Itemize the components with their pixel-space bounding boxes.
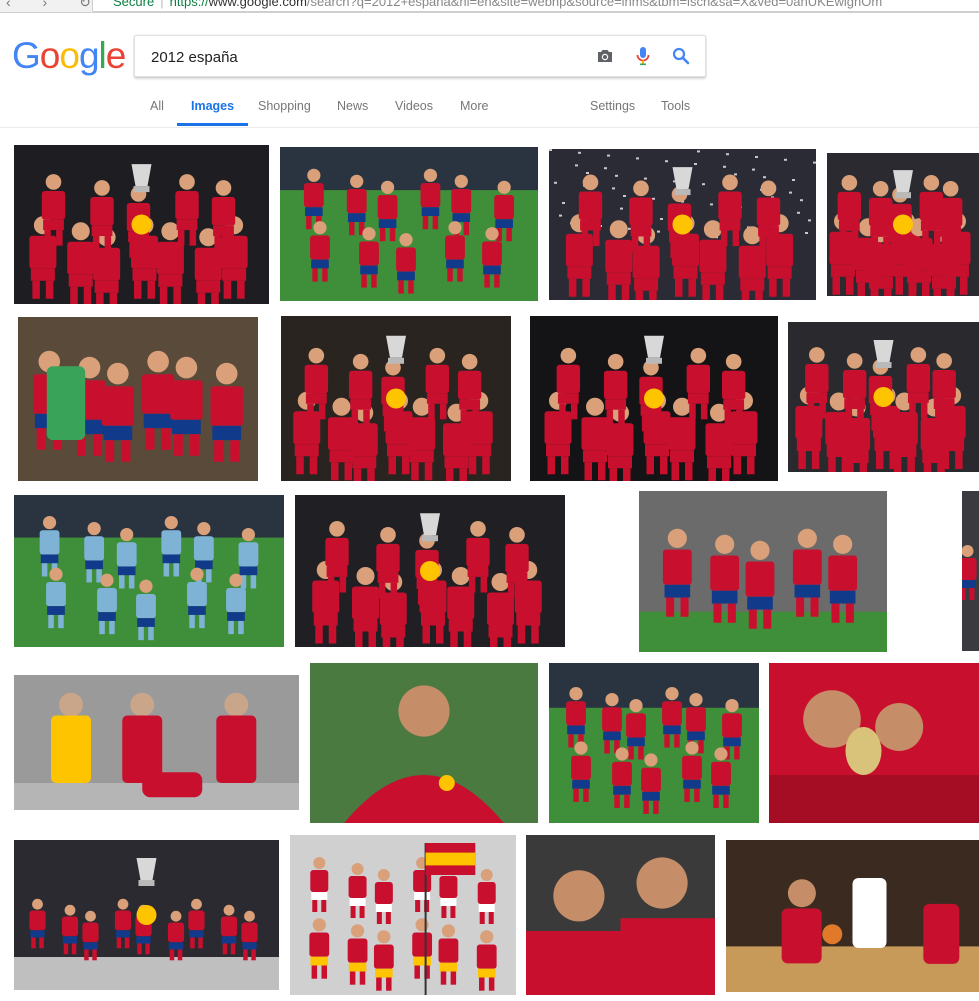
result-thumbnail [530,316,778,481]
search-box [134,35,706,78]
result-thumbnail [14,145,269,304]
result-thumbnail [639,491,887,652]
microphone-icon[interactable] [633,45,653,67]
search-input[interactable] [149,36,573,78]
image-result-15[interactable] [549,663,759,823]
image-result-6[interactable] [281,316,511,481]
image-result-14[interactable] [310,663,538,823]
image-result-8[interactable] [788,322,979,472]
result-thumbnail [549,149,816,300]
image-result-4[interactable] [827,153,979,296]
image-result-10[interactable] [295,495,565,647]
result-thumbnail [295,495,565,647]
tab-all[interactable]: All [150,99,164,125]
secure-label: Secure [113,0,155,9]
tab-shopping[interactable]: Shopping [258,99,311,125]
logo-letter: e [105,35,127,76]
result-thumbnail [962,491,979,651]
search-tabs: All Images Shopping News Videos More Set… [0,94,979,126]
url-scheme: https:// [169,0,209,9]
logo-letter: l [98,35,107,76]
result-thumbnail [14,840,279,990]
logo-letter: o [59,35,80,76]
image-result-5[interactable] [18,317,258,481]
logo-letter: o [39,35,61,76]
result-thumbnail [526,835,715,995]
result-thumbnail [14,495,284,647]
tab-videos[interactable]: Videos [395,99,433,125]
url-host: www.google.com [208,0,307,9]
image-result-7[interactable] [530,316,778,481]
result-thumbnail [310,663,538,823]
result-thumbnail [549,663,759,823]
result-thumbnail [726,840,979,992]
logo-letter: G [12,35,41,76]
tab-images[interactable]: Images [176,99,249,126]
result-thumbnail [14,675,299,810]
image-result-16[interactable] [769,663,979,823]
result-thumbnail [827,153,979,296]
image-result-11[interactable] [639,491,887,652]
google-logo[interactable]: Google [12,34,127,78]
image-result-19[interactable] [526,835,715,995]
logo-letter: g [78,35,100,76]
result-thumbnail [281,316,511,481]
result-thumbnail [290,835,516,995]
result-thumbnail [769,663,979,823]
result-thumbnail [788,322,979,472]
image-result-12[interactable] [962,491,979,651]
image-result-17[interactable] [14,840,279,990]
image-result-1[interactable] [14,145,269,304]
browser-nav-icons[interactable]: ‹ › ↻ [6,0,105,11]
result-thumbnail [18,317,258,481]
tab-news[interactable]: News [337,99,368,125]
tab-settings[interactable]: Settings [590,99,635,125]
image-result-13[interactable] [14,675,299,810]
image-result-20[interactable] [726,840,979,992]
image-result-9[interactable] [14,495,284,647]
result-thumbnail [280,147,538,301]
image-result-18[interactable] [290,835,516,995]
image-result-3[interactable] [549,149,816,300]
tab-tools[interactable]: Tools [661,99,690,125]
camera-icon[interactable] [595,45,615,67]
search-icon[interactable] [671,45,691,67]
image-result-2[interactable] [280,147,538,301]
search-header: Google All Images Shopping News Videos M… [0,12,979,128]
address-bar[interactable]: Secure | https://www.google.com/search?q=2… [92,0,979,12]
tab-more[interactable]: More [460,99,488,125]
url-path: /search?q=2012+españa&hl=en&site=webhp&s… [306,0,883,9]
